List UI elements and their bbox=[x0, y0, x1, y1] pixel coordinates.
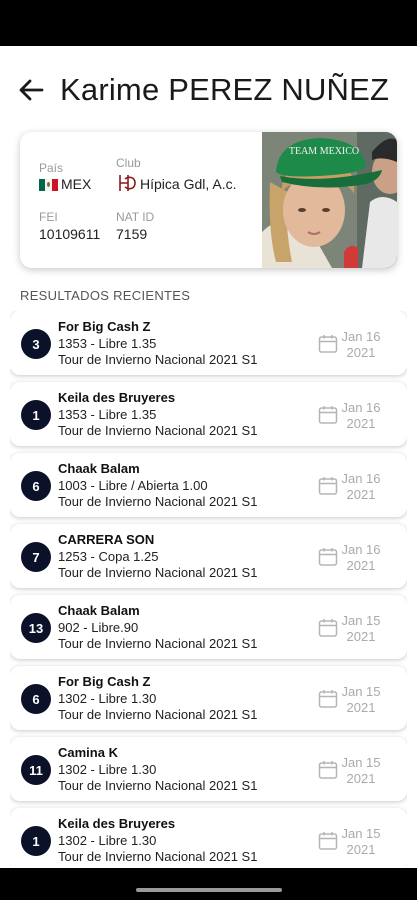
date-year: 2021 bbox=[346, 345, 376, 360]
result-card[interactable]: 13 Chaak Balam 902 - Libre.90 Tour de In… bbox=[10, 595, 407, 659]
system-nav-bar bbox=[0, 868, 417, 900]
result-date: Jan 15 2021 bbox=[338, 613, 384, 645]
result-card[interactable]: 6 For Big Cash Z 1302 - Libre 1.30 Tour … bbox=[10, 666, 407, 730]
date-day: Jan 16 bbox=[341, 329, 381, 344]
event-name: Tour de Invierno Nacional 2021 S1 bbox=[58, 494, 258, 509]
horse-name: For Big Cash Z bbox=[58, 319, 151, 334]
back-arrow-icon[interactable] bbox=[18, 78, 44, 102]
date-day: Jan 15 bbox=[341, 613, 381, 628]
calendar-icon bbox=[318, 406, 338, 424]
club-label: Club bbox=[116, 156, 141, 170]
results-list: 3 For Big Cash Z 1353 - Libre 1.35 Tour … bbox=[10, 311, 407, 866]
result-date: Jan 15 2021 bbox=[338, 826, 384, 858]
class-name: 1353 - Libre 1.35 bbox=[58, 407, 157, 422]
horse-name: For Big Cash Z bbox=[58, 674, 151, 689]
date-year: 2021 bbox=[346, 558, 376, 573]
mexico-flag-icon bbox=[39, 179, 58, 191]
result-date: Jan 15 2021 bbox=[338, 755, 384, 787]
calendar-icon bbox=[318, 619, 338, 637]
date-day: Jan 16 bbox=[341, 471, 381, 486]
class-name: 1302 - Libre 1.30 bbox=[58, 833, 157, 848]
class-name: 1302 - Libre 1.30 bbox=[58, 691, 157, 706]
date-year: 2021 bbox=[346, 487, 376, 502]
result-date: Jan 16 2021 bbox=[338, 400, 384, 432]
class-name: 1302 - Libre 1.30 bbox=[58, 762, 157, 777]
page-title: Karime PEREZ NUÑEZ bbox=[60, 72, 390, 107]
calendar-icon bbox=[318, 761, 338, 779]
date-year: 2021 bbox=[346, 416, 376, 431]
calendar-icon bbox=[318, 690, 338, 708]
result-card[interactable]: 3 For Big Cash Z 1353 - Libre 1.35 Tour … bbox=[10, 311, 407, 375]
country-label: País bbox=[39, 161, 64, 175]
fei-value: 10109611 bbox=[39, 226, 101, 242]
horse-name: Chaak Balam bbox=[58, 461, 140, 476]
event-name: Tour de Invierno Nacional 2021 S1 bbox=[58, 849, 258, 864]
result-card[interactable]: 7 CARRERA SON 1253 - Copa 1.25 Tour de I… bbox=[10, 524, 407, 588]
date-year: 2021 bbox=[346, 842, 376, 857]
calendar-icon bbox=[318, 335, 338, 353]
country-value: MEX bbox=[61, 176, 92, 192]
result-card[interactable]: 1 Keila des Bruyeres 1302 - Libre 1.30 T… bbox=[10, 808, 407, 866]
rider-photo: TEAM MEXICO bbox=[262, 132, 397, 268]
calendar-icon bbox=[318, 477, 338, 495]
profile-card: País MEX Club Hípica Gdl, A.c. FEI 10109… bbox=[20, 132, 397, 268]
date-year: 2021 bbox=[346, 771, 376, 786]
date-year: 2021 bbox=[346, 700, 376, 715]
date-day: Jan 16 bbox=[341, 542, 381, 557]
rank-badge: 1 bbox=[21, 400, 51, 430]
result-date: Jan 16 2021 bbox=[338, 329, 384, 361]
photo-cap-text: TEAM MEXICO bbox=[289, 146, 359, 157]
home-indicator[interactable] bbox=[136, 888, 282, 892]
event-name: Tour de Invierno Nacional 2021 S1 bbox=[58, 352, 258, 367]
horse-name: Camina K bbox=[58, 745, 118, 760]
natid-value: 7159 bbox=[116, 226, 148, 242]
date-day: Jan 16 bbox=[341, 400, 381, 415]
event-name: Tour de Invierno Nacional 2021 S1 bbox=[58, 778, 258, 793]
result-card[interactable]: 11 Camina K 1302 - Libre 1.30 Tour de In… bbox=[10, 737, 407, 801]
event-name: Tour de Invierno Nacional 2021 S1 bbox=[58, 423, 258, 438]
rank-badge: 13 bbox=[21, 613, 51, 643]
result-card[interactable]: 1 Keila des Bruyeres 1353 - Libre 1.35 T… bbox=[10, 382, 407, 446]
date-year: 2021 bbox=[346, 629, 376, 644]
date-day: Jan 15 bbox=[341, 684, 381, 699]
horse-name: Chaak Balam bbox=[58, 603, 140, 618]
rank-badge: 3 bbox=[21, 329, 51, 359]
recent-results-heading: RESULTADOS RECIENTES bbox=[20, 288, 191, 303]
status-bar bbox=[0, 0, 417, 46]
calendar-icon bbox=[318, 548, 338, 566]
class-name: 1253 - Copa 1.25 bbox=[58, 549, 159, 564]
result-date: Jan 16 2021 bbox=[338, 542, 384, 574]
date-day: Jan 15 bbox=[341, 755, 381, 770]
club-logo-icon bbox=[119, 175, 136, 191]
horse-name: CARRERA SON bbox=[58, 532, 155, 547]
rank-badge: 6 bbox=[21, 684, 51, 714]
calendar-icon bbox=[318, 832, 338, 850]
class-name: 1003 - Libre / Abierta 1.00 bbox=[58, 478, 208, 493]
result-date: Jan 15 2021 bbox=[338, 684, 384, 716]
rank-badge: 7 bbox=[21, 542, 51, 572]
rider-photo-illustration: TEAM MEXICO bbox=[262, 132, 397, 268]
result-date: Jan 16 2021 bbox=[338, 471, 384, 503]
date-day: Jan 15 bbox=[341, 826, 381, 841]
rank-badge: 1 bbox=[21, 826, 51, 856]
fei-label: FEI bbox=[39, 210, 58, 224]
club-value: Hípica Gdl, A.c. bbox=[140, 176, 237, 192]
natid-label: NAT ID bbox=[116, 210, 155, 224]
horse-name: Keila des Bruyeres bbox=[58, 390, 176, 405]
class-name: 902 - Libre.90 bbox=[58, 620, 139, 635]
header: Karime PEREZ NUÑEZ bbox=[0, 60, 417, 120]
horse-name: Keila des Bruyeres bbox=[58, 816, 176, 831]
event-name: Tour de Invierno Nacional 2021 S1 bbox=[58, 636, 258, 651]
rank-badge: 6 bbox=[21, 471, 51, 501]
class-name: 1353 - Libre 1.35 bbox=[58, 336, 157, 351]
event-name: Tour de Invierno Nacional 2021 S1 bbox=[58, 565, 258, 580]
event-name: Tour de Invierno Nacional 2021 S1 bbox=[58, 707, 258, 722]
rank-badge: 11 bbox=[21, 755, 51, 785]
result-card[interactable]: 6 Chaak Balam 1003 - Libre / Abierta 1.0… bbox=[10, 453, 407, 517]
